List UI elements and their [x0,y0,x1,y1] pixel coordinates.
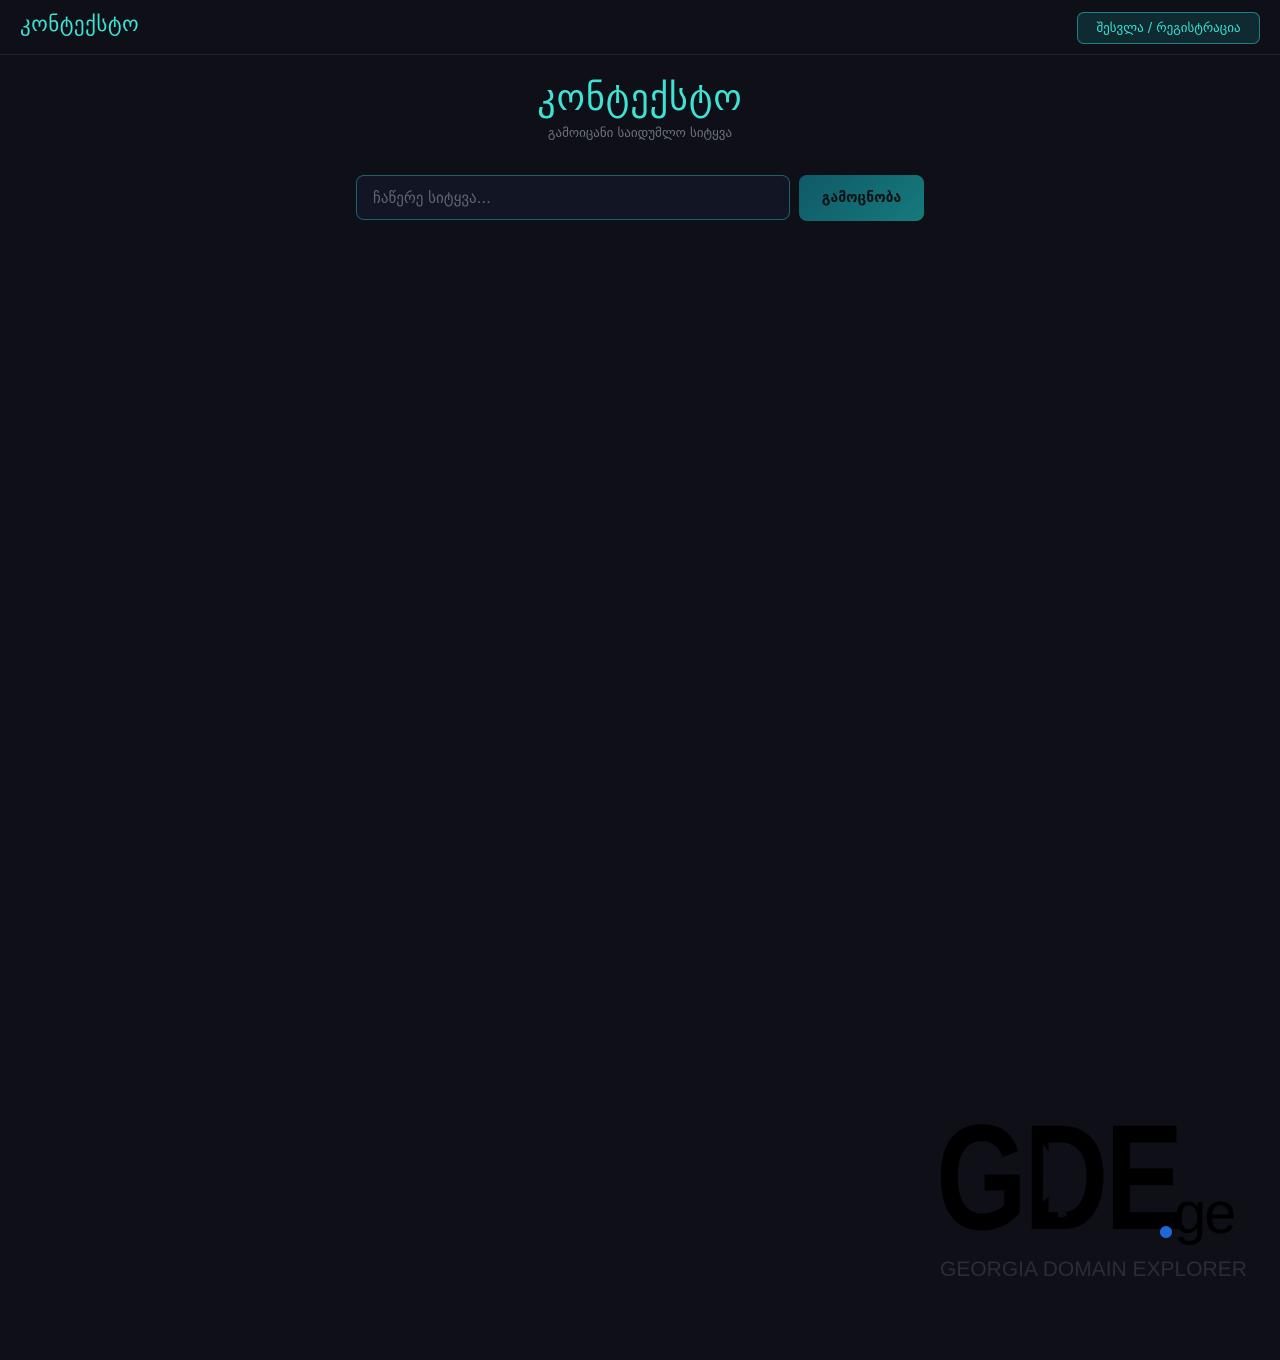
top-bar: კონტექსტო შესვლა / რეგისტრაცია [0,0,1280,55]
watermark-tagline: GEORGIA DOMAIN EXPLORER [940,1258,1247,1281]
guess-button[interactable]: გამოცნობა [799,175,924,221]
guess-input[interactable] [356,175,790,220]
brand-logo[interactable]: კონტექსტო [20,12,139,36]
gde-watermark-logo: GDE ge GEORGIA DOMAIN EXPLORER [936,1102,1247,1287]
cursor-arrow-icon [1043,1144,1075,1218]
login-register-button[interactable]: შესვლა / რეგისტრაცია [1077,12,1260,44]
watermark-dot [1160,1226,1172,1238]
watermark-tld: ge [1174,1181,1236,1246]
page-title: კონტექსტო [537,78,743,119]
page-subtitle: გამოიცანი საიდუმლო სიტყვა [547,126,733,141]
